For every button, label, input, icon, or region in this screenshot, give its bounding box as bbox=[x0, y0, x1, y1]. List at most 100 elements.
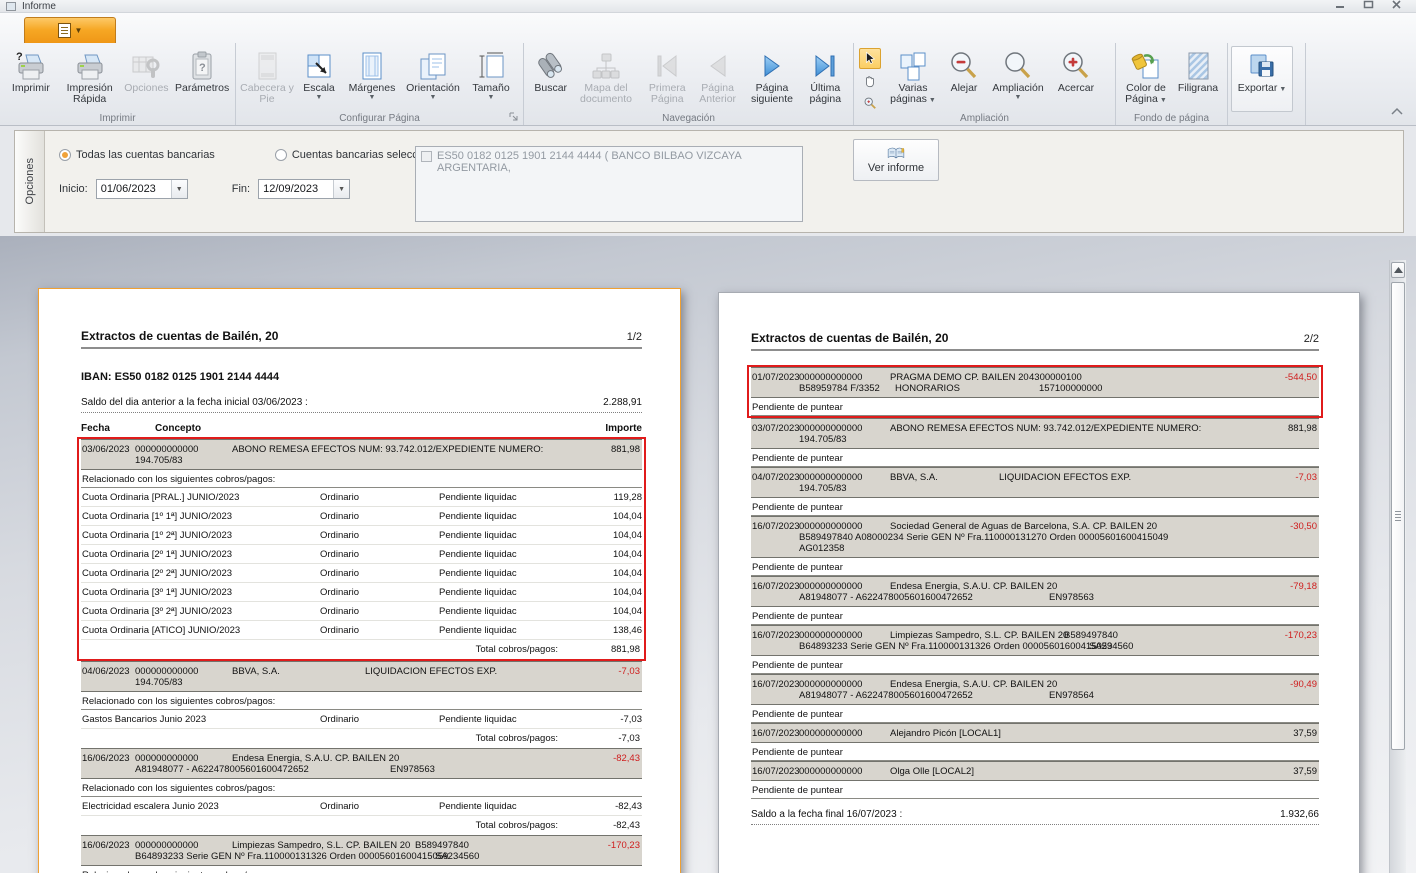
note-row: Relacionado con los siguientes cobros/pa… bbox=[81, 692, 642, 710]
margenes-button[interactable]: Márgenes ▼ bbox=[343, 46, 401, 112]
page-color-icon bbox=[1130, 49, 1162, 83]
transaction-body: 000000000000PRAGMA DEMO CP. BAILEN 20430… bbox=[799, 372, 1319, 394]
account-list-item[interactable]: ES50 0182 0125 1901 2144 4444 ( BANCO BI… bbox=[421, 150, 797, 174]
radio-cuentas-seleccionadas[interactable] bbox=[275, 149, 287, 161]
group-label-configurar-pagina: Configurar Página bbox=[236, 113, 523, 124]
varias-paginas-button[interactable]: Varias páginas▼ bbox=[884, 46, 942, 112]
ampliacion-button[interactable]: Ampliación ▼ bbox=[986, 46, 1050, 112]
detail-kind: Ordinario bbox=[320, 530, 439, 541]
color-pagina-button[interactable]: Color de Página▼ bbox=[1119, 46, 1173, 112]
vertical-scrollbar[interactable] bbox=[1389, 260, 1406, 873]
scrollbar-thumb[interactable] bbox=[1391, 282, 1405, 750]
multiple-pages-icon bbox=[897, 49, 929, 83]
detail-concept: Cuota Ordinaria [ATICO] JUNIO/2023 bbox=[82, 625, 320, 636]
detail-status: Pendiente liquidac bbox=[439, 492, 572, 503]
next-page-icon bbox=[757, 49, 787, 83]
detail-kind: Ordinario bbox=[320, 801, 439, 812]
note-row: Pendiente de puntear bbox=[751, 398, 1319, 416]
parametros-button[interactable]: ? Parámetros bbox=[172, 46, 232, 112]
detail-row: Cuota Ordinaria [ATICO] JUNIO/2023Ordina… bbox=[81, 621, 642, 640]
iban-line: IBAN: ES50 0182 0125 1901 2144 4444 bbox=[81, 371, 642, 383]
zoom-tool-button[interactable] bbox=[859, 92, 881, 113]
collapse-ribbon-button[interactable] bbox=[1390, 107, 1404, 119]
minimize-button[interactable] bbox=[1335, 0, 1346, 9]
report-page-1[interactable]: Extractos de cuentas de Bailén, 201/2IBA… bbox=[38, 288, 681, 873]
transaction-text: 000000000000 bbox=[799, 372, 862, 383]
transaction-line: B64893233 Serie GEN Nº Fra.110000131326 … bbox=[799, 641, 1247, 652]
pagina-siguiente-button[interactable]: Página siguiente bbox=[743, 46, 800, 112]
chevron-down-icon: ▼ bbox=[430, 94, 437, 102]
detail-row: Cuota Ordinaria [PRAL.] JUNIO/2023Ordina… bbox=[81, 488, 642, 507]
inicio-date-value: 01/06/2023 bbox=[97, 180, 171, 198]
imprimir-button[interactable]: ? Imprimir bbox=[3, 46, 59, 112]
window-title: Informe bbox=[22, 1, 56, 12]
report-page-2[interactable]: Extractos de cuentas de Bailén, 202/201/… bbox=[718, 292, 1360, 873]
exportar-button[interactable]: Exportar▼ bbox=[1231, 46, 1293, 112]
transaction-date: 16/07/2023 bbox=[751, 581, 799, 603]
ver-informe-button[interactable]: Ver informe bbox=[853, 139, 939, 181]
size-icon bbox=[475, 49, 507, 83]
inicio-date-field[interactable]: 01/06/2023 ▼ bbox=[96, 179, 188, 199]
checkbox-icon[interactable] bbox=[421, 151, 432, 162]
note-row: Relacionado con los siguientes cobros/pa… bbox=[81, 470, 642, 488]
options-tab[interactable]: Opciones bbox=[15, 131, 45, 232]
app-menu-button[interactable]: ▼ bbox=[24, 17, 116, 43]
escala-button[interactable]: Escala ▼ bbox=[295, 46, 343, 112]
margenes-label: Márgenes bbox=[349, 83, 396, 94]
transaction-body: 000000000000Limpiezas Sampedro, S.L. CP.… bbox=[799, 630, 1319, 652]
transaction-text: Endesa Energia, S.A.U. CP. BAILEN 20 bbox=[890, 581, 1057, 592]
radio-todas-cuentas[interactable] bbox=[59, 149, 71, 161]
detail-kind: Ordinario bbox=[320, 606, 439, 617]
transaction-line: 194.705/83 bbox=[799, 434, 1247, 445]
dialog-launcher-icon[interactable] bbox=[508, 111, 520, 123]
transaction-line: B589497840 A08000234 Serie GEN Nº Fra.11… bbox=[799, 532, 1247, 543]
impresion-rapida-button[interactable]: Impresión Rápida bbox=[59, 46, 121, 112]
transaction-text: 000000000000 bbox=[135, 666, 198, 677]
chevron-down-icon: ▼ bbox=[1279, 86, 1286, 93]
detail-status: Pendiente liquidac bbox=[439, 714, 572, 725]
orientacion-button[interactable]: Orientación ▼ bbox=[401, 46, 465, 112]
detail-row: Cuota Ordinaria [2º 2ª] JUNIO/2023Ordina… bbox=[81, 564, 642, 583]
detail-row: Cuota Ordinaria [2º 1ª] JUNIO/2023Ordina… bbox=[81, 545, 642, 564]
fin-label: Fin: bbox=[232, 183, 250, 195]
transaction-text: AG012358 bbox=[799, 543, 844, 554]
primera-pagina-button[interactable]: Primera Página bbox=[643, 46, 692, 112]
account-listbox[interactable]: ES50 0182 0125 1901 2144 4444 ( BANCO BI… bbox=[415, 146, 803, 222]
header-concepto: Concepto bbox=[155, 423, 572, 434]
export-icon bbox=[1246, 49, 1278, 83]
fin-date-field[interactable]: 12/09/2023 ▼ bbox=[258, 179, 350, 199]
scroll-up-button[interactable] bbox=[1391, 262, 1405, 278]
transaction-line: 000000000000ABONO REMESA EFECTOS NUM: 93… bbox=[799, 423, 1247, 434]
transaction-row: 16/06/2023000000000000Limpiezas Sampedro… bbox=[81, 835, 642, 866]
pointer-tool-button[interactable] bbox=[859, 48, 881, 69]
transaction-date: 16/06/2023 bbox=[81, 840, 135, 862]
alejar-button[interactable]: Alejar bbox=[942, 46, 986, 112]
inicio-label: Inicio: bbox=[59, 183, 88, 195]
previous-balance-label: Saldo del dia anterior a la fecha inicia… bbox=[81, 397, 308, 408]
opciones-button[interactable]: Opciones bbox=[120, 46, 172, 112]
transaction-text: ABONO REMESA EFECTOS NUM: 93.742.012/EXP… bbox=[890, 423, 1201, 434]
inicio-date-dropdown[interactable]: ▼ bbox=[171, 180, 187, 198]
filigrana-button[interactable]: Filigrana bbox=[1173, 46, 1223, 112]
acercar-button[interactable]: Acercar bbox=[1050, 46, 1102, 112]
note-row: Pendiente de puntear bbox=[751, 781, 1319, 799]
previous-balance-row: Saldo del dia anterior a la fecha inicia… bbox=[81, 397, 642, 413]
mapa-documento-button[interactable]: Mapa del documento bbox=[574, 46, 637, 112]
ultima-pagina-button[interactable]: Última página bbox=[801, 46, 850, 112]
transaction-line: 000000000000Endesa Energia, S.A.U. CP. B… bbox=[799, 679, 1247, 690]
detail-amount: 104,04 bbox=[572, 511, 642, 522]
cabecera-pie-button[interactable]: Cabecera y Pie bbox=[239, 46, 295, 112]
buscar-button[interactable]: Buscar bbox=[527, 46, 574, 112]
detail-amount: 138,46 bbox=[572, 625, 642, 636]
fin-date-dropdown[interactable]: ▼ bbox=[333, 180, 349, 198]
tamano-button[interactable]: Tamaño ▼ bbox=[465, 46, 517, 112]
close-button[interactable] bbox=[1391, 0, 1402, 9]
report-title: Extractos de cuentas de Bailén, 20 bbox=[81, 329, 278, 343]
maximize-button[interactable] bbox=[1363, 0, 1374, 9]
transaction-date: 16/07/2023 bbox=[751, 679, 799, 701]
hand-tool-button[interactable] bbox=[859, 70, 881, 91]
acercar-label: Acercar bbox=[1058, 83, 1094, 94]
pagina-anterior-button[interactable]: Página Anterior bbox=[692, 46, 743, 112]
note-row: Pendiente de puntear bbox=[751, 607, 1319, 625]
transaction-text: A81948077 - A622478005601600472652 bbox=[135, 764, 309, 775]
